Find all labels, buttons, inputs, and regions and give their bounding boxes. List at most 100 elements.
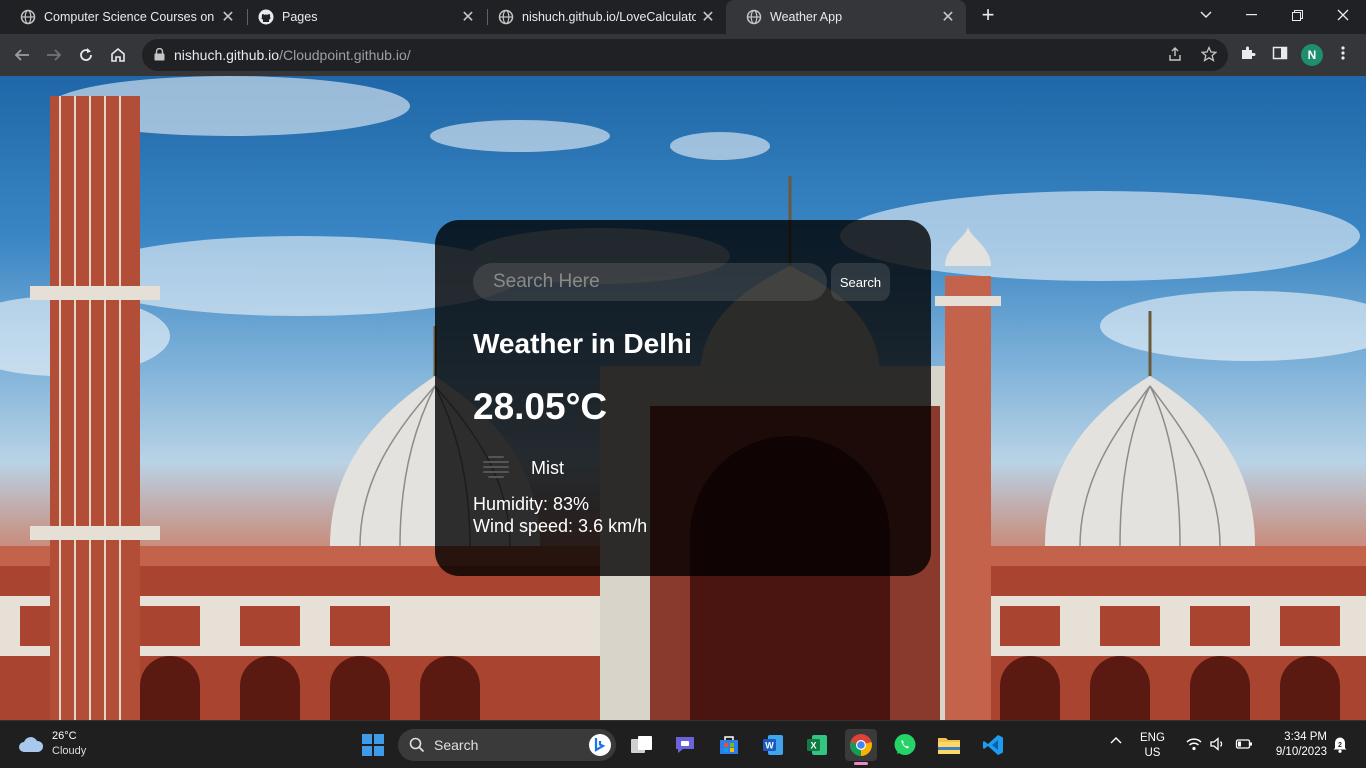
search-label: Search [434, 737, 479, 753]
reload-icon [80, 48, 92, 61]
restore-button[interactable] [1274, 0, 1320, 30]
file-explorer-button[interactable] [933, 729, 965, 761]
excel-icon: X [807, 735, 827, 755]
mist-icon [483, 456, 509, 478]
wifi-icon[interactable] [1186, 737, 1202, 754]
svg-text:W: W [765, 741, 774, 751]
bookmark-star-icon[interactable] [1200, 45, 1218, 64]
tab-title: Weather App [770, 10, 843, 24]
widget-temperature: 26°C [52, 730, 77, 742]
tab-computer-science-courses[interactable]: Computer Science Courses on Le ✕ [0, 0, 246, 34]
word-button[interactable]: W [757, 729, 789, 761]
close-icon[interactable]: ✕ [456, 7, 480, 27]
folder-icon [938, 738, 960, 754]
chat-icon [676, 737, 694, 753]
word-icon: W [763, 735, 783, 755]
share-icon[interactable] [1166, 46, 1184, 64]
region-code: US [1144, 747, 1161, 759]
browser-toolbar: nishuch.github.io/Cloudpoint.github.io/ … [0, 34, 1366, 76]
profile-avatar[interactable]: N [1301, 44, 1323, 66]
volume-icon[interactable] [1210, 737, 1226, 754]
taskbar-search[interactable]: Search [398, 729, 616, 761]
back-button[interactable] [8, 41, 36, 69]
language-indicator[interactable]: ENG US [1140, 731, 1165, 761]
search-icon [409, 737, 425, 753]
city-search-input[interactable] [473, 263, 827, 301]
more-menu-icon[interactable] [1333, 45, 1353, 65]
tab-title: nishuch.github.io/LoveCalculator [522, 10, 696, 24]
chevron-up-icon [1110, 737, 1122, 744]
store-icon [720, 736, 738, 754]
weather-card: Search Weather in Delhi 28.05°C Mist Hum… [435, 220, 931, 576]
reload-button[interactable] [72, 41, 100, 69]
excel-button[interactable]: X [801, 729, 833, 761]
arrow-right-icon [47, 49, 62, 61]
notification-icon: 2 [1333, 737, 1347, 753]
close-icon[interactable]: ✕ [696, 7, 720, 27]
chrome-icon [850, 734, 872, 756]
bing-icon [589, 734, 611, 756]
tab-strip: Computer Science Courses on Le ✕ Pages ✕… [0, 0, 1366, 34]
tab-love-calculator[interactable]: nishuch.github.io/LoveCalculator ✕ [478, 0, 726, 34]
close-window-button[interactable] [1320, 0, 1366, 30]
city-heading: Weather in Delhi [473, 328, 692, 359]
github-icon [258, 9, 274, 25]
url-path: /Cloudpoint.github.io/ [279, 47, 411, 63]
globe-icon [498, 9, 514, 25]
store-button[interactable] [713, 729, 745, 761]
minimize-button[interactable] [1228, 0, 1274, 30]
cloud-icon [19, 737, 44, 752]
forward-button[interactable] [40, 41, 68, 69]
wind-speed: Wind speed: 3.6 km/h [473, 516, 648, 536]
task-view-button[interactable] [626, 729, 658, 761]
lock-icon [154, 48, 165, 61]
url-host: nishuch.github.io [174, 47, 280, 63]
whatsapp-button[interactable] [889, 729, 921, 761]
teams-chat-button[interactable] [669, 729, 701, 761]
vscode-icon [983, 735, 1003, 755]
battery-icon[interactable] [1235, 738, 1253, 753]
url-text: nishuch.github.io/Cloudpoint.github.io/ [174, 47, 411, 63]
tab-pages[interactable]: Pages ✕ [238, 0, 486, 34]
clock-time: 3:34 PM [1284, 731, 1327, 743]
clock[interactable]: 3:34 PM 9/10/2023 [1263, 730, 1327, 760]
weather-widget[interactable]: 26°C Cloudy [18, 729, 86, 759]
search-button[interactable]: Search [831, 263, 890, 301]
globe-icon [20, 9, 36, 25]
taskbar: 26°C Cloudy Search W X ENG US 3:34 PM 9/… [0, 720, 1366, 768]
active-indicator [854, 762, 868, 765]
tab-title: Computer Science Courses on Le [44, 10, 216, 24]
close-icon[interactable]: ✕ [936, 7, 960, 27]
extensions-icon[interactable] [1238, 45, 1258, 65]
tab-weather-app[interactable]: Weather App ✕ [726, 0, 966, 34]
weather-condition: Mist [531, 458, 564, 478]
side-panel-icon[interactable] [1270, 45, 1290, 65]
humidity: Humidity: 83% [473, 494, 590, 514]
close-icon [1337, 9, 1349, 21]
new-tab-button[interactable]: + [976, 4, 1000, 28]
page-viewport: Search Weather in Delhi 28.05°C Mist Hum… [0, 76, 1366, 720]
close-icon[interactable]: ✕ [216, 7, 240, 27]
restore-icon [1291, 9, 1303, 21]
widget-condition: Cloudy [52, 745, 87, 757]
tab-title: Pages [282, 10, 318, 24]
windows-icon [362, 734, 384, 756]
show-hidden-icons[interactable] [1110, 735, 1122, 747]
home-button[interactable] [104, 41, 132, 69]
globe-icon [746, 9, 762, 25]
tab-search-button[interactable] [1183, 0, 1229, 30]
chevron-down-icon [1200, 11, 1212, 18]
clock-date: 9/10/2023 [1275, 746, 1327, 758]
language-code: ENG [1140, 732, 1165, 744]
start-button[interactable] [357, 729, 389, 761]
vscode-button[interactable] [977, 729, 1009, 761]
chrome-button[interactable] [845, 729, 877, 765]
minimize-icon [1245, 14, 1257, 16]
notifications-button[interactable]: 2 [1332, 735, 1348, 756]
svg-text:2: 2 [1338, 742, 1342, 749]
home-icon [111, 47, 125, 62]
arrow-left-icon [14, 49, 29, 61]
address-bar[interactable]: nishuch.github.io/Cloudpoint.github.io/ [142, 39, 1228, 71]
temperature: 28.05°C [473, 386, 608, 427]
whatsapp-icon [894, 734, 916, 755]
